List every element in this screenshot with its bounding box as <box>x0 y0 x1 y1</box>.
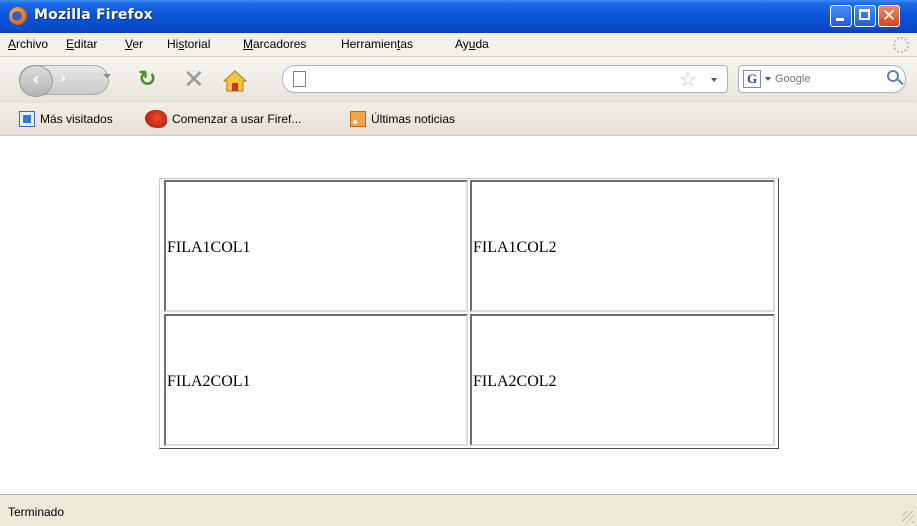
cell-text: FILA1COL1 <box>167 239 251 256</box>
title-bar[interactable]: Mozilla Firefox ✕ <box>0 0 917 33</box>
close-icon: ✕ <box>881 6 897 26</box>
data-table: FILA1COL1 FILA1COL2 FILA2COL1 FILA2COL2 <box>159 178 779 449</box>
window-title: Mozilla Firefox <box>34 7 153 23</box>
google-icon[interactable]: G <box>743 70 761 88</box>
menu-archivo[interactable]: Archivo <box>8 37 48 51</box>
bookmark-star-icon[interactable]: ☆ <box>679 68 697 90</box>
resize-grip-icon[interactable] <box>902 511 914 523</box>
search-bar[interactable]: G <box>738 65 906 93</box>
home-icon[interactable] <box>222 69 248 93</box>
minimize-icon <box>836 18 844 21</box>
history-dropdown-icon[interactable] <box>103 74 111 78</box>
navigation-toolbar: ‹ › ↻ ✕ ☆ G <box>0 57 917 103</box>
bookmark-most-visited[interactable]: Más visitados <box>40 112 113 126</box>
back-button[interactable]: ‹ <box>19 65 53 97</box>
search-engine-dropdown-icon[interactable] <box>765 77 771 81</box>
menu-ver[interactable]: Ver <box>125 37 143 51</box>
minimize-button[interactable] <box>830 5 852 27</box>
bookmark-latest-news[interactable]: Últimas noticias <box>371 112 455 126</box>
back-forward-group: ‹ › <box>19 65 109 97</box>
back-icon: ‹ <box>32 69 40 90</box>
search-icon[interactable] <box>887 70 899 82</box>
menu-bar: Archivo Editar Ver Historial Marcadores … <box>0 33 917 57</box>
stop-icon[interactable]: ✕ <box>183 67 205 93</box>
page-icon <box>293 71 306 87</box>
throbber-icon <box>893 37 909 53</box>
bookmark-getting-started[interactable]: Comenzar a usar Firef... <box>172 112 301 126</box>
table-cell: FILA1COL2 <box>470 180 775 312</box>
cell-text: FILA1COL2 <box>473 239 557 256</box>
url-dropdown-icon[interactable] <box>711 78 717 82</box>
maximize-icon <box>859 9 870 20</box>
menu-historial[interactable]: Historial <box>167 37 210 51</box>
firefox-logo-icon <box>9 7 27 25</box>
maximize-button[interactable] <box>854 5 876 27</box>
table-cell: FILA1COL1 <box>164 180 468 312</box>
most-visited-icon <box>19 111 35 127</box>
url-bar[interactable]: ☆ <box>282 65 728 93</box>
close-button[interactable]: ✕ <box>878 5 900 27</box>
menu-marcadores[interactable]: Marcadores <box>243 37 306 51</box>
menu-ayuda[interactable]: Ayuda <box>455 37 489 51</box>
firefox-icon <box>145 110 167 128</box>
forward-icon: › <box>60 69 67 87</box>
page-content: FILA1COL1 FILA1COL2 FILA2COL1 FILA2COL2 <box>0 136 917 494</box>
table-cell: FILA2COL2 <box>470 314 775 446</box>
status-bar: Terminado <box>0 494 917 526</box>
cell-text: FILA2COL1 <box>167 373 251 390</box>
menu-herramientas[interactable]: Herramientas <box>341 37 413 51</box>
reload-icon[interactable]: ↻ <box>138 69 156 91</box>
menu-editar[interactable]: Editar <box>66 37 97 51</box>
forward-button[interactable]: › <box>60 69 66 87</box>
bookmarks-toolbar: Más visitados Comenzar a usar Firef... Ú… <box>0 103 917 136</box>
search-input[interactable] <box>775 70 875 88</box>
cell-text: FILA2COL2 <box>473 373 557 390</box>
rss-icon <box>350 111 366 127</box>
table-cell: FILA2COL1 <box>164 314 468 446</box>
status-text: Terminado <box>8 505 65 519</box>
